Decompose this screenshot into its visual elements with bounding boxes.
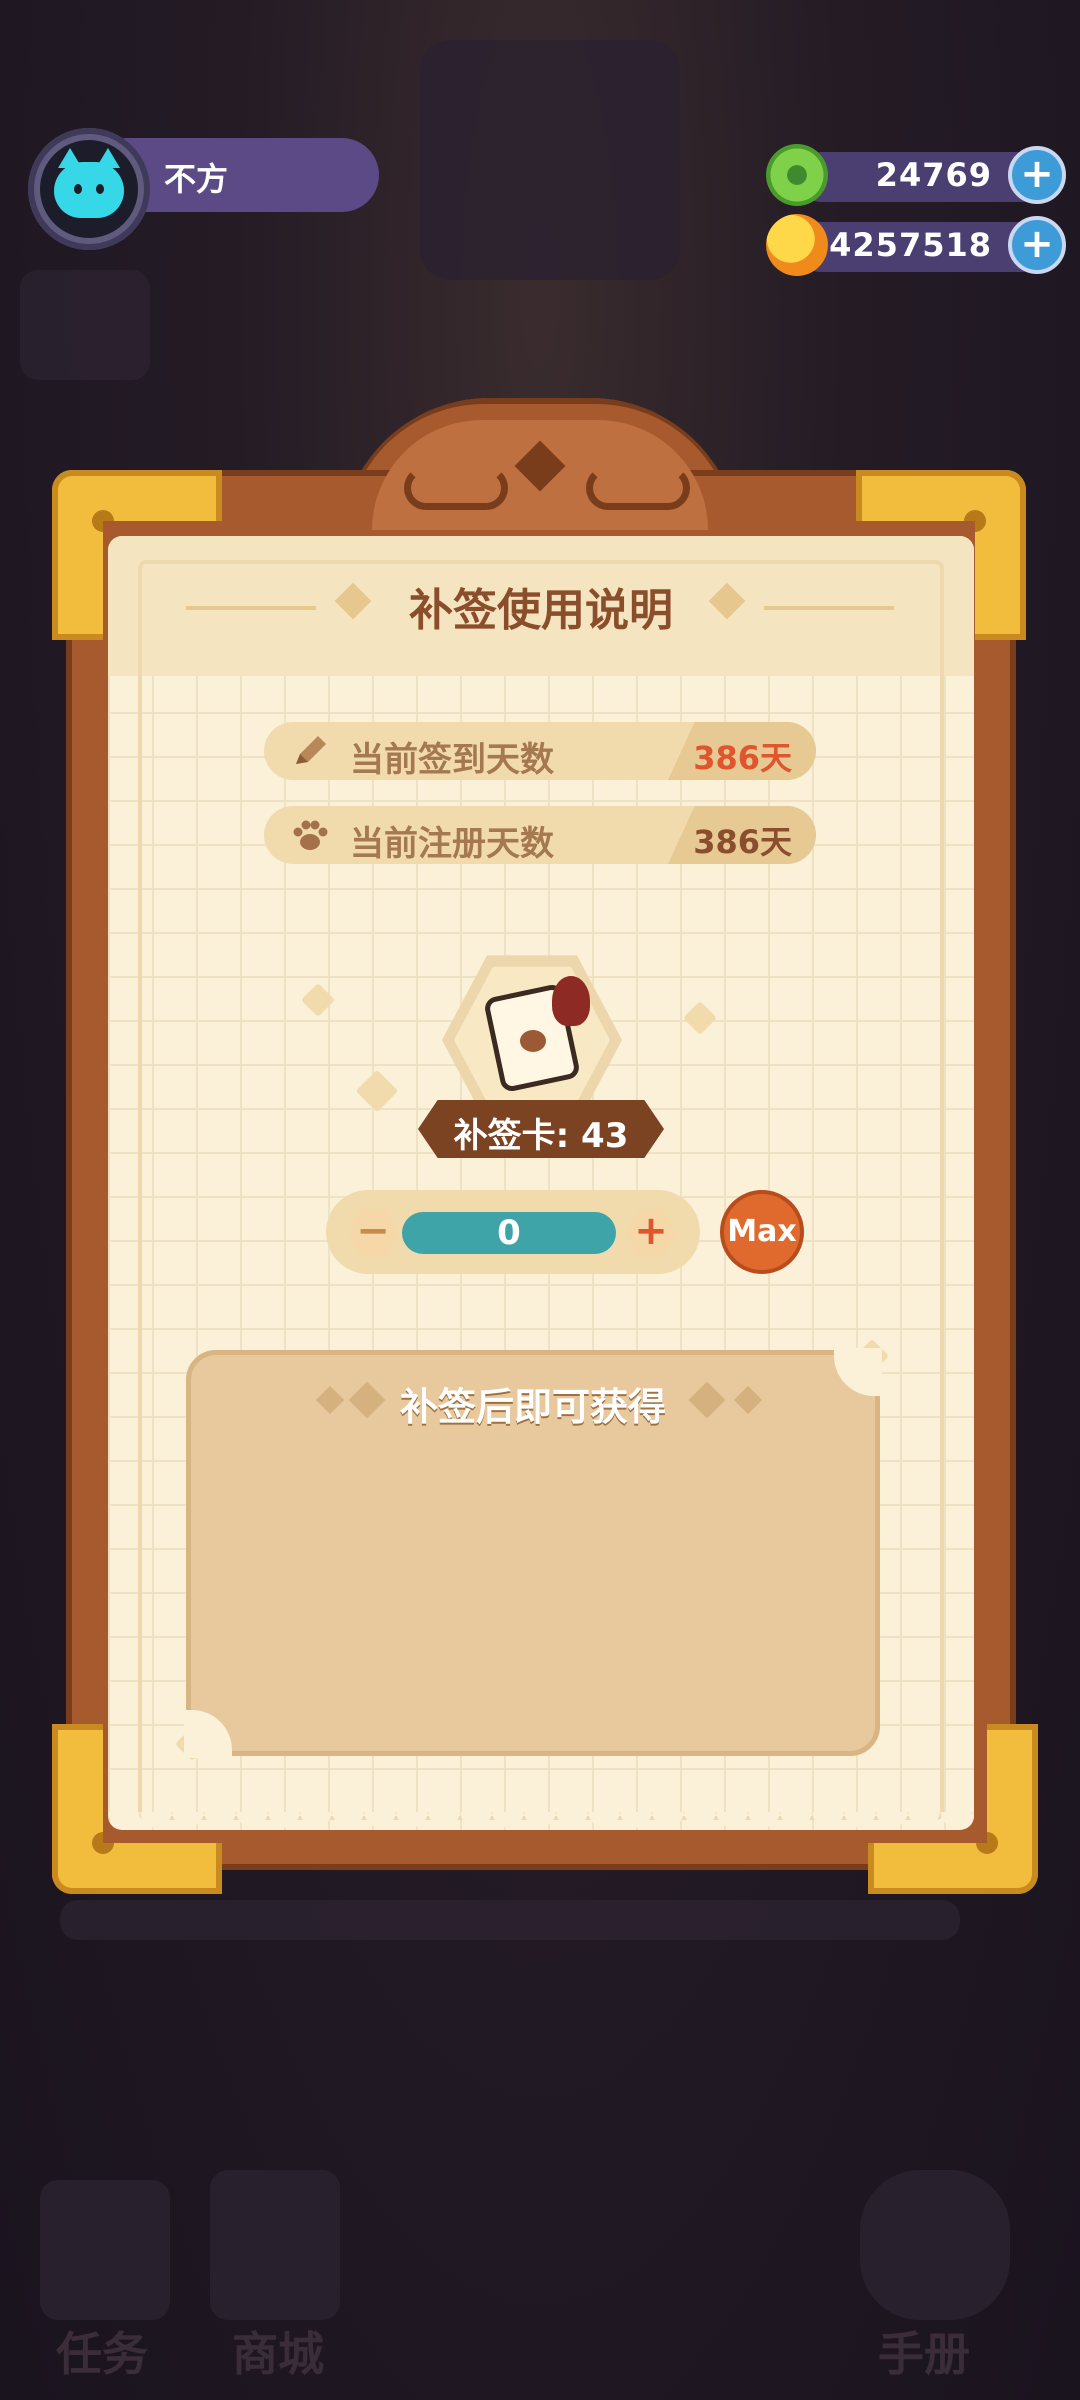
register-days-value: 386天 (693, 823, 792, 861)
add-coin-button[interactable]: + (1008, 216, 1066, 274)
donut-icon (766, 144, 828, 206)
crest-swirl-right (586, 466, 690, 510)
coin-currency: 4257518 + (766, 214, 1066, 276)
checkin-days-label: 当前签到天数 (350, 740, 554, 780)
avatar[interactable] (40, 140, 138, 238)
background-task-icon (40, 2180, 170, 2320)
background-shop-icon (210, 2170, 340, 2320)
player-name: 不方 (164, 160, 229, 198)
player-profile[interactable]: 不方 (14, 128, 389, 250)
name-pill (124, 138, 379, 212)
add-donut-button[interactable]: + (1008, 146, 1066, 204)
card-paw-icon (520, 1030, 546, 1052)
background-machine (420, 40, 680, 280)
quantity-value[interactable]: 0 (402, 1212, 616, 1254)
paw-icon (293, 820, 328, 850)
crest-swirl-left (404, 466, 508, 510)
title-line-right (764, 606, 894, 610)
paper-scallop-edge (108, 1812, 974, 1838)
donut-currency: 24769 + (766, 144, 1066, 206)
makeup-card-count: 补签卡: 43 (453, 1116, 629, 1156)
checkin-days-value: 386天 (693, 739, 792, 777)
reward-title: 补签后即可获得 (399, 1385, 666, 1429)
pencil-icon (296, 736, 326, 764)
background-shop-label: 商城 (232, 2327, 324, 2381)
background-task-label: 任务 (56, 2327, 148, 2381)
background-shelf (60, 1900, 960, 1940)
max-button[interactable]: Max (720, 1190, 804, 1274)
register-days-row: 当前注册天数 386天 (264, 806, 816, 864)
background-handbook-icon (860, 2170, 1010, 2320)
card-tassel-icon (552, 976, 590, 1026)
background-help-box (20, 270, 150, 380)
register-days-label: 当前注册天数 (350, 824, 554, 864)
background-handbook-label: 手册 (878, 2327, 970, 2381)
planet-coin-icon (766, 214, 828, 276)
coin-value: 4257518 (829, 226, 992, 264)
cat-face-icon (54, 148, 124, 218)
donut-value: 24769 (875, 156, 992, 194)
checkin-days-row: 当前签到天数 386天 (264, 722, 816, 780)
